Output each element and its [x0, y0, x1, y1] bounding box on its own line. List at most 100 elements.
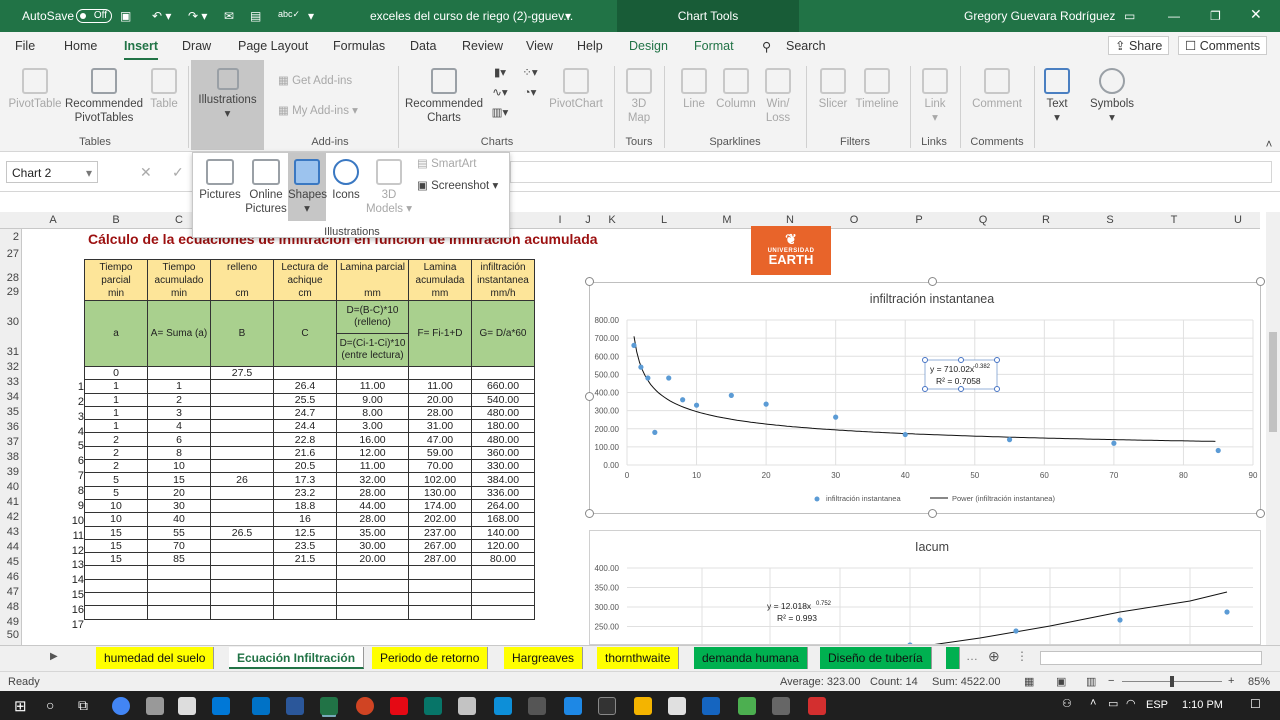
table-cell[interactable]: 30 — [147, 498, 211, 514]
table-cell[interactable] — [273, 592, 337, 607]
table-cell[interactable]: 15 — [147, 472, 211, 487]
line-chart-icon[interactable]: ∿▾ — [488, 86, 512, 100]
earth-university-logo[interactable]: ❦ UNIVERSIDAD EARTH — [751, 226, 831, 275]
tab-review[interactable]: Review — [462, 39, 503, 53]
email-icon[interactable]: ✉ — [224, 9, 234, 23]
outlook-icon[interactable] — [252, 697, 270, 715]
table-cell[interactable]: 17.3 — [273, 472, 337, 487]
app-icon[interactable] — [634, 697, 652, 715]
col-header[interactable]: K — [606, 214, 618, 226]
table-cell[interactable]: 11.00 — [408, 379, 472, 394]
row-header[interactable]: 2 — [0, 231, 22, 243]
table-cell[interactable]: 20 — [147, 485, 211, 500]
vertical-scrollbar[interactable] — [1266, 212, 1280, 645]
sparkline-column-button[interactable]: Column — [714, 68, 758, 111]
language-indicator[interactable]: ESP — [1146, 699, 1168, 711]
header-cell[interactable]: Tiempo acumulado min — [147, 259, 211, 301]
table-cell[interactable] — [210, 445, 274, 461]
table-cell[interactable] — [147, 605, 211, 620]
table-cell[interactable] — [210, 379, 274, 394]
col-header[interactable]: T — [1168, 214, 1180, 226]
table-cell[interactable] — [471, 365, 535, 381]
pictures-button[interactable]: Pictures — [199, 159, 241, 202]
sheet-tab-hargreaves[interactable]: Hargreaves — [504, 647, 584, 669]
comment-button[interactable]: Comment — [966, 68, 1028, 111]
table-cell[interactable] — [408, 565, 472, 580]
table-cell[interactable]: 8 — [147, 445, 211, 461]
undo-icon[interactable]: ↶ ▾ — [152, 9, 171, 23]
clock[interactable]: 1:10 PM — [1182, 699, 1223, 711]
col-header[interactable]: S — [1104, 214, 1116, 226]
row-header[interactable]: 48 — [0, 601, 22, 613]
tab-home[interactable]: Home — [64, 39, 97, 53]
redo-icon[interactable]: ↷ ▾ — [188, 9, 207, 23]
table-cell[interactable]: 1 — [84, 392, 148, 407]
column-chart-icon[interactable]: ▮▾ — [488, 66, 512, 80]
col-header[interactable]: O — [848, 214, 860, 226]
table-cell[interactable]: 102.00 — [408, 472, 472, 487]
people-icon[interactable]: ⚇ — [1062, 697, 1072, 710]
name-box-chevron-icon[interactable]: ▾ — [86, 166, 92, 180]
table-cell[interactable]: 23.2 — [273, 485, 337, 500]
row-index-number[interactable]: 3 — [60, 411, 84, 423]
row-index-number[interactable]: 1 — [60, 381, 84, 393]
table-cell[interactable]: 59.00 — [408, 445, 472, 461]
get-addins-button[interactable]: ▦ Get Add-ins — [278, 74, 388, 88]
link-button[interactable]: Link ▾ — [916, 68, 954, 125]
table-cell[interactable]: 237.00 — [408, 525, 472, 540]
table-cell[interactable]: 47.00 — [408, 432, 472, 447]
col-header[interactable]: B — [110, 214, 122, 226]
table-cell[interactable]: 140.00 — [471, 525, 535, 540]
table-cell[interactable]: 18.8 — [273, 498, 337, 514]
header-cell[interactable]: infiltración instantanea mm/h — [471, 259, 535, 301]
collapse-ribbon-icon[interactable]: ˄ — [1262, 138, 1276, 152]
table-cell[interactable] — [84, 592, 148, 607]
sparkline-winloss-button[interactable]: Win/Loss — [762, 68, 794, 125]
table-cell[interactable] — [210, 552, 274, 567]
table-cell[interactable]: 12.00 — [336, 445, 409, 461]
formula-cell[interactable]: B — [210, 300, 274, 367]
table-cell[interactable]: 31.00 — [408, 419, 472, 434]
icons-button[interactable]: Icons — [329, 159, 363, 202]
row-index-number[interactable]: 6 — [60, 455, 84, 467]
table-button[interactable]: Table — [146, 68, 182, 111]
table-cell[interactable] — [408, 592, 472, 607]
col-header[interactable]: I — [557, 214, 563, 226]
table-cell[interactable]: 267.00 — [408, 538, 472, 554]
table-cell[interactable] — [471, 578, 535, 594]
add-sheet-icon[interactable]: ⊕ — [988, 648, 1000, 665]
table-cell[interactable]: 0 — [84, 365, 148, 381]
table-cell[interactable] — [147, 365, 211, 381]
status-average[interactable]: Average: 323.00 — [780, 676, 861, 688]
table-cell[interactable]: 15 — [84, 538, 148, 554]
formula-cell[interactable]: C — [273, 300, 337, 367]
scrollbar-thumb[interactable] — [1269, 332, 1277, 432]
row-header[interactable]: 36 — [0, 421, 22, 433]
task-view-icon[interactable]: ⧉ — [78, 697, 88, 714]
edge-icon[interactable] — [212, 697, 230, 715]
row-header[interactable]: 38 — [0, 451, 22, 463]
row-index-number[interactable]: 7 — [60, 470, 84, 482]
status-count[interactable]: Count: 14 — [870, 676, 918, 688]
row-index-number[interactable]: 15 — [60, 589, 84, 601]
table-cell[interactable]: 3 — [147, 405, 211, 421]
table-cell[interactable]: 264.00 — [471, 498, 535, 514]
row-index-number[interactable]: 8 — [60, 485, 84, 497]
more-options-icon[interactable]: ⋮ — [1016, 649, 1028, 663]
table-cell[interactable]: 26 — [210, 472, 274, 487]
col-header[interactable]: M — [720, 214, 734, 226]
cancel-icon[interactable]: ✕ — [140, 164, 152, 181]
app-icon[interactable] — [598, 697, 616, 715]
table-cell[interactable] — [273, 578, 337, 594]
row-index-number[interactable]: 14 — [60, 574, 84, 586]
row-header[interactable]: 33 — [0, 376, 22, 388]
row-header[interactable]: 49 — [0, 616, 22, 628]
table-cell[interactable]: 26.5 — [210, 525, 274, 540]
col-header[interactable]: U — [1232, 214, 1244, 226]
slicer-button[interactable]: Slicer — [814, 68, 852, 111]
table-cell[interactable]: 24.7 — [273, 405, 337, 421]
table-cell[interactable]: 4 — [147, 419, 211, 434]
table-cell[interactable]: 8.00 — [336, 405, 409, 421]
recommended-pivottables-button[interactable]: Recommended PivotTables — [64, 68, 144, 125]
table-cell[interactable]: 26.4 — [273, 379, 337, 394]
